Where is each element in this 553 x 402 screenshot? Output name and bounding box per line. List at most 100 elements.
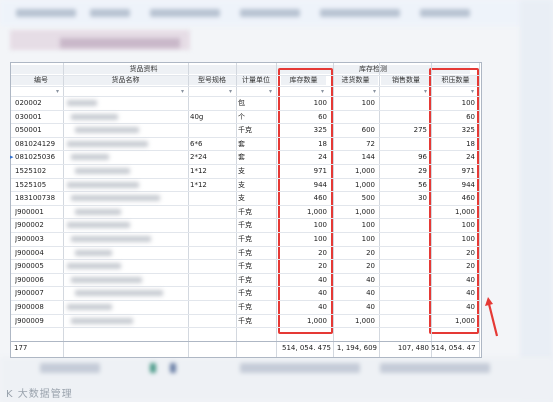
cell-stock-qty: 325 — [313, 126, 327, 135]
column-header-unit[interactable]: 计量单位 — [236, 76, 276, 85]
column-header-in-qty[interactable]: 进货数量 — [333, 76, 378, 85]
cell-backlog-qty: 325 — [461, 126, 475, 135]
cell-name-obscured — [67, 263, 121, 270]
cell-name-obscured — [67, 222, 130, 229]
red-arrow-icon — [485, 297, 499, 337]
cell-code: J900003 — [15, 235, 44, 243]
cell-unit: 千克 — [238, 235, 252, 243]
cell-stock-qty: 18 — [318, 139, 327, 148]
cell-spec: 40g — [190, 112, 204, 121]
cell-sales-qty: 56 — [418, 180, 427, 189]
cell-name-obscured — [67, 140, 148, 147]
cell-stock-qty: 100 — [313, 221, 327, 230]
cell-code: J900001 — [15, 207, 44, 216]
cell-unit: 支 — [238, 167, 245, 175]
cell-stock-qty: 60 — [318, 112, 327, 121]
table-row[interactable] — [11, 259, 479, 261]
cell-stock-qty: 20 — [318, 248, 327, 257]
table-row[interactable] — [11, 136, 479, 138]
cell-name-obscured — [71, 195, 160, 202]
table-row[interactable] — [11, 164, 479, 165]
footer-backlog-total: 514, 054. 475 — [431, 344, 475, 352]
cell-backlog-qty: 971 — [461, 167, 475, 175]
table-row[interactable] — [11, 232, 479, 233]
grid-header-line — [11, 96, 479, 97]
table-row[interactable] — [11, 245, 479, 247]
cell-unit: 套 — [238, 139, 245, 148]
cell-in-qty: 40 — [366, 275, 375, 284]
current-row-indicator: ▸ — [10, 153, 14, 162]
cell-spec: 1*12 — [190, 180, 207, 189]
table-row[interactable] — [11, 272, 479, 274]
cell-code: 050001 — [15, 126, 42, 135]
cell-sales-qty: 30 — [418, 194, 427, 203]
table-row[interactable] — [11, 313, 479, 315]
cell-code: 020002 — [15, 99, 42, 107]
table-row[interactable] — [11, 109, 479, 111]
cell-backlog-qty: 18 — [466, 139, 475, 148]
funnel-icon[interactable]: ▾ — [56, 88, 59, 95]
footer-count: 177 — [14, 344, 28, 352]
cell-in-qty: 40 — [366, 303, 375, 311]
watermark: K 大数据管理 — [6, 389, 73, 400]
cell-in-qty: 1,000 — [354, 316, 375, 325]
cell-sales-qty: 29 — [418, 167, 427, 175]
table-row[interactable] — [11, 327, 479, 329]
app-toolbar — [0, 0, 553, 26]
funnel-icon[interactable]: ▾ — [373, 88, 376, 95]
cell-unit: 千克 — [238, 262, 252, 271]
cell-name-obscured — [71, 154, 109, 161]
cell-name-obscured — [67, 181, 139, 188]
cell-code: J900004 — [15, 248, 44, 257]
funnel-icon[interactable]: ▾ — [424, 88, 427, 95]
cell-in-qty: 20 — [366, 248, 375, 257]
table-row[interactable] — [11, 123, 479, 125]
cell-backlog-qty: 1,000 — [454, 316, 475, 325]
cell-backlog-qty: 20 — [466, 248, 475, 257]
column-header-spec[interactable]: 型号规格 — [188, 76, 236, 85]
cell-unit: 千克 — [238, 275, 252, 284]
cell-backlog-qty: 60 — [466, 112, 475, 121]
column-header-sales-qty[interactable]: 销售数量 — [381, 76, 431, 85]
cell-stock-qty: 20 — [318, 262, 327, 271]
grid-header-line — [11, 75, 479, 76]
cell-backlog-qty: 24 — [466, 153, 475, 162]
funnel-icon[interactable]: ▾ — [269, 88, 272, 95]
cell-spec: 2*24 — [190, 153, 207, 162]
cell-code: J900009 — [15, 316, 44, 325]
cell-unit: 包 — [238, 99, 245, 107]
cell-stock-qty: 944 — [313, 180, 327, 189]
cell-name-obscured — [75, 290, 163, 297]
cell-name-obscured — [75, 168, 130, 174]
table-row[interactable] — [11, 150, 479, 152]
cell-stock-qty: 1,000 — [306, 316, 327, 325]
cell-in-qty: 100 — [361, 221, 375, 230]
cell-name-obscured — [75, 249, 112, 256]
cell-code: 183100738 — [15, 194, 56, 203]
cell-in-qty: 72 — [366, 139, 375, 148]
column-header-code[interactable]: 编号 — [11, 76, 71, 85]
table-row[interactable] — [11, 191, 479, 193]
cell-in-qty: 500 — [361, 194, 375, 203]
table-row[interactable] — [11, 286, 479, 288]
cell-stock-qty: 100 — [313, 235, 327, 243]
cell-spec: 6*6 — [190, 139, 203, 148]
column-header-name[interactable]: 货品名称 — [63, 76, 188, 85]
funnel-icon[interactable]: ▾ — [229, 88, 232, 95]
table-row[interactable] — [11, 218, 479, 220]
cell-in-qty: 144 — [361, 153, 375, 162]
inventory-grid[interactable]: 货品资料 库存检测 编号 货品名称 型号规格 计量单位 库存数量 进货数量 销售… — [10, 62, 482, 358]
cell-in-qty: 600 — [361, 126, 375, 135]
table-row[interactable] — [11, 177, 479, 179]
cell-code: 030001 — [15, 112, 42, 121]
cell-stock-qty: 1,000 — [306, 207, 327, 216]
table-row[interactable] — [11, 204, 479, 206]
funnel-icon[interactable]: ▾ — [181, 88, 184, 95]
cell-code: 081025036 — [15, 153, 56, 162]
cell-backlog-qty: 100 — [461, 221, 475, 230]
cell-stock-qty: 40 — [318, 289, 327, 298]
cell-name-obscured — [75, 208, 121, 215]
cell-code: 1525105 — [15, 180, 47, 189]
table-row[interactable] — [11, 300, 479, 301]
cell-code: J900008 — [15, 303, 44, 311]
